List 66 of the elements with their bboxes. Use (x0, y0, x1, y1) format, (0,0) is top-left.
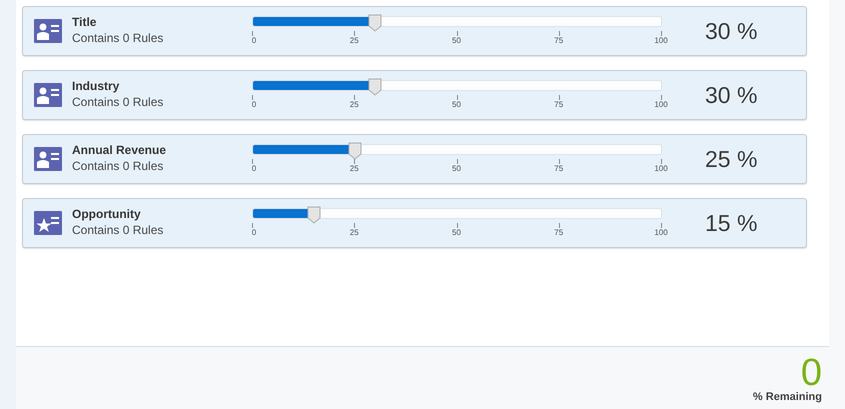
tick-mark (558, 223, 560, 228)
slider-track[interactable] (252, 208, 662, 219)
slider-track[interactable] (252, 16, 662, 27)
tick-mark (252, 223, 253, 228)
tick-label: 0 (252, 100, 256, 109)
percent-value: 25 % (705, 146, 758, 172)
tick-label: 50 (452, 164, 461, 173)
tick-mark (252, 159, 253, 164)
tick-mark (456, 31, 458, 36)
percent-value: 30 % (705, 82, 758, 108)
tick-mark (456, 95, 458, 100)
tick-label: 0 (252, 164, 256, 173)
tick-mark (354, 223, 356, 228)
tick-mark (354, 95, 356, 100)
category-name: Opportunity (72, 206, 142, 222)
category-name: Title (72, 14, 98, 30)
tick-label: 100 (654, 100, 668, 109)
tick-mark (354, 31, 356, 36)
rules-count: Contains 0 Rules (72, 158, 164, 174)
remaining-value: 0 (800, 355, 822, 391)
tick-mark (661, 95, 662, 100)
percent-value: 15 % (705, 210, 758, 236)
tick-label: 50 (452, 228, 461, 237)
remaining-label: % Remaining (752, 391, 822, 403)
tick-mark (558, 159, 560, 164)
star-card-icon (34, 211, 62, 235)
slider-track[interactable] (252, 80, 662, 91)
tick-mark (252, 31, 253, 36)
rules-count: Contains 0 Rules (72, 94, 164, 110)
tick-label: 100 (654, 36, 668, 45)
tick-label: 50 (452, 36, 461, 45)
tick-mark (661, 159, 662, 164)
contact-card-icon (34, 19, 62, 43)
tick-mark (661, 31, 662, 36)
tick-mark (558, 31, 560, 36)
tick-label: 75 (554, 228, 564, 237)
tick-mark (456, 223, 458, 228)
tick-label: 100 (654, 228, 668, 237)
tick-mark (456, 159, 458, 164)
percent-value: 30 % (705, 18, 758, 44)
slider-track[interactable] (252, 144, 662, 155)
tick-mark (661, 223, 662, 228)
tick-label: 75 (554, 100, 564, 109)
rules-count: Contains 0 Rules (72, 30, 164, 46)
slider-handle[interactable] (306, 206, 320, 224)
contact-card-icon (34, 147, 62, 171)
category-name: Industry (72, 78, 120, 94)
tick-label: 25 (350, 164, 359, 173)
slider-handle[interactable] (368, 78, 382, 96)
tick-label: 0 (252, 36, 256, 45)
tick-mark (354, 159, 356, 164)
tick-label: 100 (654, 164, 668, 173)
tick-label: 0 (252, 228, 256, 237)
slider-handle[interactable] (368, 14, 382, 32)
tick-label: 75 (554, 36, 564, 45)
tick-label: 25 (350, 36, 359, 45)
tick-label: 25 (350, 228, 359, 237)
category-name: Annual Revenue (72, 142, 168, 158)
contact-card-icon (34, 83, 62, 107)
tick-label: 50 (452, 100, 461, 109)
rules-count: Contains 0 Rules (72, 222, 164, 238)
slider-handle[interactable] (348, 142, 362, 160)
tick-label: 25 (350, 100, 359, 109)
tick-label: 75 (554, 164, 564, 173)
tick-mark (252, 95, 253, 100)
tick-mark (558, 95, 560, 100)
